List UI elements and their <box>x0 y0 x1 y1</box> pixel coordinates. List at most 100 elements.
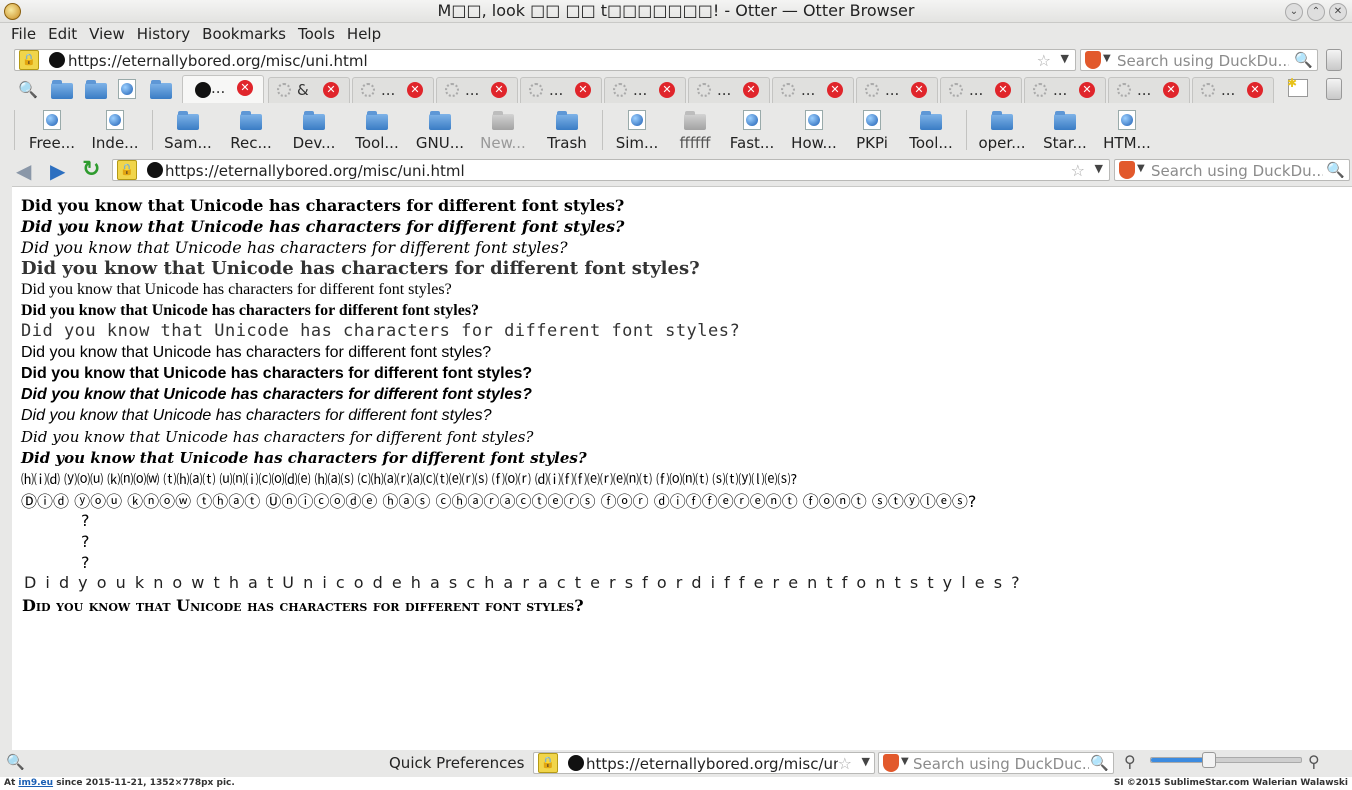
address-field[interactable]: 🔒 https://eternallybored.org/misc/uni.ht… <box>112 159 1110 181</box>
search-engine-dropdown-icon[interactable]: ▼ <box>901 756 909 767</box>
bookmark-folder-sam[interactable]: Sam... <box>158 108 218 156</box>
bookmark-folder-rec[interactable]: Rec... <box>222 108 280 156</box>
bookmark-pkpi[interactable]: PKPi <box>846 108 898 156</box>
bookmark-folder-tools[interactable]: Tool... <box>348 108 406 156</box>
duckduckgo-icon[interactable] <box>1119 161 1135 179</box>
search-engine-dropdown-icon[interactable]: ▼ <box>1103 53 1111 64</box>
tab-12[interactable]: ... ✕ <box>1108 77 1190 103</box>
binoculars-search-icon[interactable]: 🔍 <box>1090 754 1109 772</box>
bookmark-index[interactable]: Inde... <box>86 108 144 156</box>
menu-view[interactable]: View <box>83 22 131 46</box>
bookmark-folder-gnu[interactable]: GNU... <box>410 108 470 156</box>
top-address-url: https://eternallybored.org/misc/uni.html <box>68 52 368 70</box>
search-field[interactable]: ▼ Search using DuckDu... 🔍 <box>1114 159 1350 181</box>
status-address-field[interactable]: 🔒 https://eternallybored.org/misc/uni ☆ … <box>533 752 875 774</box>
tab-1[interactable]: ... ✕ <box>182 75 264 103</box>
forward-arrow-icon[interactable]: ▶ <box>50 159 65 183</box>
lock-icon[interactable]: 🔒 <box>19 50 39 70</box>
lock-icon[interactable]: 🔒 <box>117 160 137 180</box>
quick-preferences-button[interactable]: Quick Preferences <box>389 754 524 772</box>
new-tab-icon[interactable]: ✱ <box>1287 76 1308 97</box>
tab-6[interactable]: ... ✕ <box>604 77 686 103</box>
top-search-field[interactable]: ▼ Search using DuckDu... 🔍 <box>1080 49 1318 71</box>
zoom-slider-handle[interactable] <box>1202 752 1216 768</box>
folder-icon <box>177 111 199 130</box>
bookmark-fast[interactable]: Fast... <box>724 108 780 156</box>
close-tab-icon[interactable]: ✕ <box>1163 82 1179 98</box>
zoom-slider[interactable] <box>1150 752 1302 768</box>
bookmark-folder-trash[interactable]: Trash <box>538 108 596 156</box>
web-page-icon[interactable] <box>118 79 136 99</box>
close-window-icon[interactable]: ✕ <box>1329 3 1347 21</box>
menu-bookmarks[interactable]: Bookmarks <box>196 22 292 46</box>
folder-icon[interactable] <box>51 80 73 99</box>
star-icon[interactable]: ☆ <box>1037 51 1051 70</box>
status-bar: 🔍 Quick Preferences 🔒 https://eternallyb… <box>0 750 1352 776</box>
menu-tools[interactable]: Tools <box>292 22 341 46</box>
menu-help[interactable]: Help <box>341 22 387 46</box>
lock-icon[interactable]: 🔒 <box>538 753 558 773</box>
bookmark-htm[interactable]: HTM... <box>1098 108 1156 156</box>
top-address-field[interactable]: 🔒 https://eternallybored.org/misc/uni.ht… <box>14 49 1076 71</box>
binoculars-search-icon[interactable]: 🔍 <box>1326 161 1345 179</box>
bookmark-how[interactable]: How... <box>786 108 842 156</box>
zoom-in-icon[interactable]: ⚲ <box>1308 752 1320 771</box>
menu-history[interactable]: History <box>131 22 196 46</box>
folder-icon[interactable] <box>85 80 107 99</box>
close-tab-icon[interactable]: ✕ <box>407 82 423 98</box>
bookmark-folder-oper[interactable]: oper... <box>972 108 1032 156</box>
tab-13[interactable]: ... ✕ <box>1192 77 1274 103</box>
close-tab-icon[interactable]: ✕ <box>323 82 339 98</box>
close-tab-icon[interactable]: ✕ <box>575 82 591 98</box>
tab-5[interactable]: ... ✕ <box>520 77 602 103</box>
history-dropdown-icon[interactable]: ▼ <box>862 755 870 768</box>
bookmark-folder-ffffff[interactable]: ffffff <box>668 108 722 156</box>
close-tab-icon[interactable]: ✕ <box>911 82 927 98</box>
close-tab-icon[interactable]: ✕ <box>237 80 253 96</box>
close-tab-icon[interactable]: ✕ <box>1247 82 1263 98</box>
menu-edit[interactable]: Edit <box>42 22 83 46</box>
star-icon[interactable]: ☆ <box>838 754 852 773</box>
maximize-icon[interactable]: ⌃ <box>1307 3 1325 21</box>
binoculars-icon[interactable]: 🔍 <box>6 753 25 771</box>
tab-9[interactable]: ... ✕ <box>856 77 938 103</box>
tab-11[interactable]: ... ✕ <box>1024 77 1106 103</box>
tab-3[interactable]: ... ✕ <box>352 77 434 103</box>
tab-2[interactable]: & ✕ <box>268 77 350 103</box>
tab-8[interactable]: ... ✕ <box>772 77 854 103</box>
bookmark-free[interactable]: Free... <box>24 108 80 156</box>
binoculars-icon[interactable]: 🔍 <box>18 80 38 99</box>
close-tab-icon[interactable]: ✕ <box>995 82 1011 98</box>
menu-file[interactable]: File <box>0 22 42 46</box>
bookmark-folder-dev[interactable]: Dev... <box>285 108 343 156</box>
close-tab-icon[interactable]: ✕ <box>1079 82 1095 98</box>
history-dropdown-icon[interactable]: ▼ <box>1061 52 1069 65</box>
close-tab-icon[interactable]: ✕ <box>491 82 507 98</box>
history-dropdown-icon[interactable]: ▼ <box>1095 162 1103 175</box>
minimize-icon[interactable]: ⌄ <box>1285 3 1303 21</box>
bookmark-folder-star[interactable]: Star... <box>1036 108 1094 156</box>
binoculars-search-icon[interactable]: 🔍 <box>1294 51 1313 69</box>
tab-7[interactable]: ... ✕ <box>688 77 770 103</box>
closed-tabs-trash-icon[interactable] <box>1326 78 1342 100</box>
trash-icon[interactable] <box>1326 49 1342 71</box>
tab-4[interactable]: ... ✕ <box>436 77 518 103</box>
close-tab-icon[interactable]: ✕ <box>659 82 675 98</box>
loading-spinner-icon <box>277 83 291 97</box>
bookmark-sim[interactable]: Sim... <box>610 108 664 156</box>
close-tab-icon[interactable]: ✕ <box>743 82 759 98</box>
bookmark-folder-new[interactable]: New... <box>474 108 532 156</box>
star-icon[interactable]: ☆ <box>1071 161 1085 180</box>
footer-link[interactable]: im9.eu <box>18 778 53 788</box>
duckduckgo-icon[interactable] <box>1085 51 1101 69</box>
search-engine-dropdown-icon[interactable]: ▼ <box>1137 163 1145 174</box>
tab-10[interactable]: ... ✕ <box>940 77 1022 103</box>
duckduckgo-icon[interactable] <box>883 754 899 772</box>
back-arrow-icon[interactable]: ◀ <box>16 159 31 183</box>
status-search-field[interactable]: ▼ Search using DuckDuc... 🔍 <box>878 752 1114 774</box>
close-tab-icon[interactable]: ✕ <box>827 82 843 98</box>
bookmark-folder-tools-2[interactable]: Tool... <box>902 108 960 156</box>
reload-icon[interactable]: ↻ <box>82 157 100 182</box>
zoom-out-icon[interactable]: ⚲ <box>1124 752 1136 771</box>
folder-icon[interactable] <box>150 80 172 99</box>
